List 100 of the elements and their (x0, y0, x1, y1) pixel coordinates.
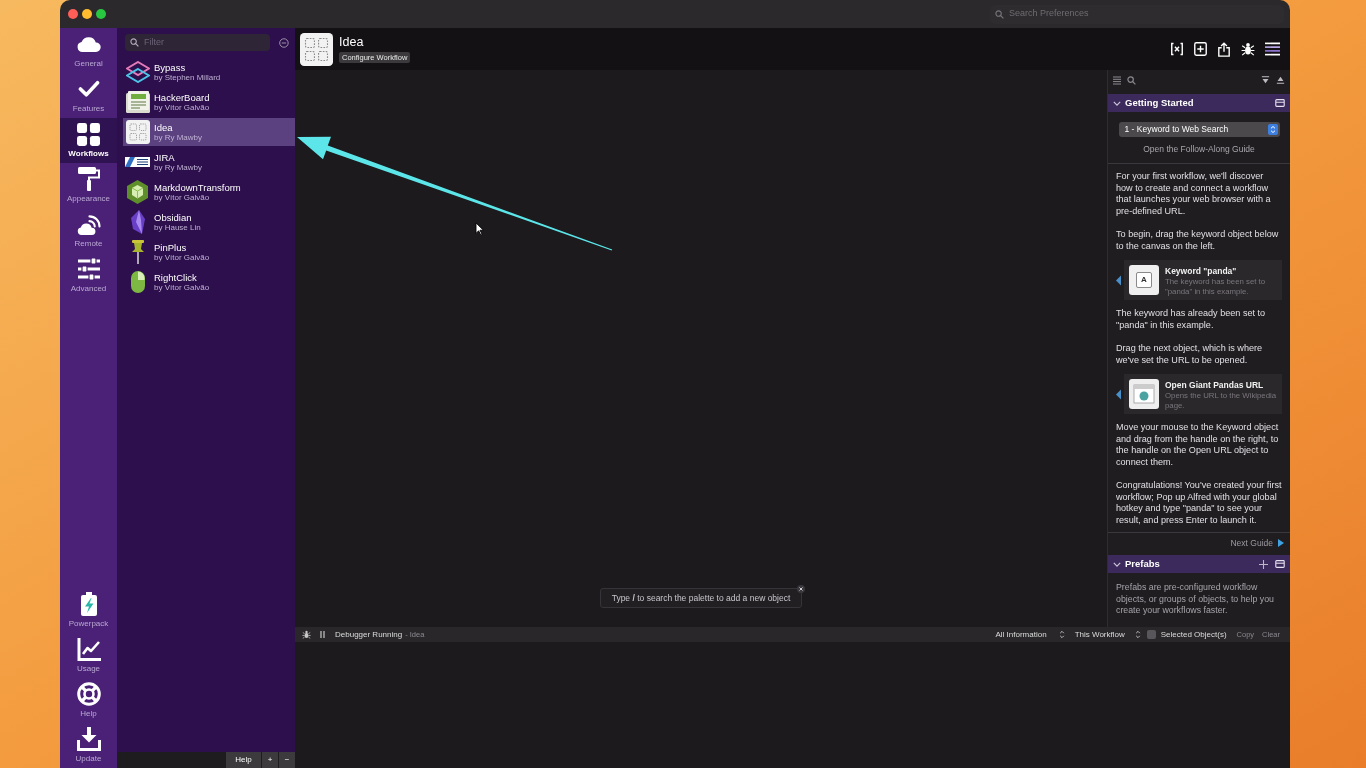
hexagon-cube-icon (127, 180, 148, 204)
workflow-author: by Vítor Galvão (154, 252, 210, 263)
bug-icon[interactable] (1241, 42, 1255, 56)
sidebar-tab[interactable]: Features (60, 73, 117, 118)
workflow-item[interactable]: Obsidian by Hause Lin (123, 208, 295, 236)
newspaper-icon (125, 91, 150, 113)
pushpin-icon (130, 240, 145, 264)
grid-tile-icon (300, 32, 333, 66)
sidebar-tab[interactable]: Remote (60, 208, 117, 253)
line-chart-icon (76, 637, 101, 661)
object-title: Open Giant Pandas URL (1165, 380, 1265, 391)
workflow-item[interactable]: MarkdownTransform by Vítor Galvão (123, 178, 295, 206)
handle-icon[interactable] (1116, 388, 1121, 400)
workflow-name: Bypass (154, 61, 186, 73)
guide-paragraph: For your first workflow, we'll discover how to create and connect a workflow that launches your web browser with a pre-defined URL. (1116, 171, 1272, 217)
prefabs-description: Prefabs are pre-configured workflow objects, or groups of objects, to help you create your workflows faster. (1116, 582, 1275, 617)
pause-icon[interactable] (320, 631, 325, 638)
bracket-x-icon[interactable] (1170, 42, 1184, 56)
chevron-down-icon[interactable] (1113, 561, 1121, 567)
object-title: Keyword "panda" (1165, 266, 1238, 277)
workflow-name: JIRA (154, 151, 176, 163)
workflow-item[interactable]: Idea by Ry Mawby (123, 118, 295, 146)
workflow-item[interactable]: JIRA by Ry Mawby (123, 148, 295, 176)
sidebar-tab[interactable]: Appearance (60, 163, 117, 208)
workflow-title: Idea (339, 35, 364, 49)
section-title: Getting Started (1125, 95, 1194, 110)
keycap: A (1136, 272, 1152, 288)
workflow-author: by Ry Mawby (154, 132, 202, 143)
guide-paragraph: To begin, drag the keyword object below to the canvas on the left. (1116, 229, 1280, 252)
panel-icon[interactable] (1275, 560, 1285, 568)
sidebar-tab[interactable]: Update (60, 723, 117, 768)
sidebar-tab[interactable]: Powerpack (60, 588, 117, 633)
chevron-down-icon[interactable] (1113, 100, 1121, 106)
sliders-icon (76, 258, 101, 280)
workflow-name: PinPlus (154, 241, 188, 253)
checkmark-icon (77, 80, 100, 98)
lifebuoy-icon (76, 682, 101, 706)
workflow-item[interactable]: HackerBoard by Vítor Galvão (123, 88, 295, 116)
guide-paragraph: Drag the next object, which is where we've set the URL to be opened. (1116, 343, 1264, 366)
list-icon[interactable] (1113, 75, 1121, 85)
close-button[interactable] (68, 9, 78, 19)
add-button[interactable]: + (262, 752, 278, 768)
section-title: Prefabs (1125, 556, 1160, 571)
workflow-author: by Vítor Galvão (154, 102, 210, 113)
menu-icon[interactable] (1265, 42, 1280, 56)
close-icon[interactable] (797, 585, 806, 593)
workflow-item[interactable]: PinPlus by Vítor Galvão (123, 238, 295, 266)
search-icon[interactable] (1127, 75, 1136, 85)
workflow-name: HackerBoard (154, 91, 210, 103)
stepper-icon (1267, 124, 1278, 135)
sidebar-tab[interactable]: General (60, 28, 117, 73)
plus-icon[interactable] (1259, 559, 1268, 569)
mouse-icon (130, 271, 145, 293)
workflow-name: MarkdownTransform (154, 181, 241, 193)
sidebar-tab[interactable]: Usage (60, 633, 117, 678)
layers-icon (125, 61, 150, 83)
zoom-button[interactable] (96, 9, 106, 19)
workflow-item[interactable]: RightClick by Vítor Galvão (123, 268, 295, 296)
circle-minus-icon[interactable] (279, 37, 289, 48)
sidebar-tab[interactable]: Workflows (60, 118, 117, 163)
guide-select[interactable]: 1 - Keyword to Web Search (1118, 122, 1280, 137)
download-icon (76, 727, 101, 751)
guide-link[interactable]: Open the Follow-Along Guide (1143, 144, 1255, 155)
share-icon[interactable] (1217, 41, 1231, 57)
cloud-signal-icon (76, 213, 101, 235)
workflow-author: by Stephen Millard (154, 72, 221, 83)
bug-icon[interactable] (302, 630, 311, 639)
caret-up-line-icon[interactable] (1276, 76, 1285, 84)
workflow-author: by Vítor Galvão (154, 282, 210, 293)
next-guide-button[interactable]: Next Guide (1230, 536, 1284, 550)
cloud-icon (76, 36, 101, 52)
plus-square-icon[interactable] (1194, 42, 1207, 56)
workflow-author: by Hause Lin (154, 222, 201, 233)
minimize-button[interactable] (82, 9, 92, 19)
search-icon (995, 9, 1004, 19)
workflow-name: RightClick (154, 271, 198, 283)
help-button[interactable]: Help (226, 752, 261, 768)
workflow-author: by Vítor Galvão (154, 192, 211, 203)
up-down-arrows-icon[interactable] (1058, 630, 1065, 639)
information-select[interactable]: All Information (995, 628, 1065, 641)
sidebar-tab[interactable]: Help (60, 678, 117, 723)
grid-tile-icon (125, 120, 150, 144)
paint-roller-icon (77, 167, 100, 191)
guide-paragraph: The keyword has already been set to "panda" in this example. (1116, 308, 1267, 331)
grid-icon (77, 122, 100, 146)
scope-select[interactable]: This Workflow (1074, 628, 1141, 641)
hint-text: Type / to search the palette to add a new object (611, 591, 791, 605)
handle-icon[interactable] (1116, 274, 1121, 286)
checkbox[interactable] (1146, 630, 1156, 639)
workflow-author: by Ry Mawby (154, 162, 202, 173)
remove-button[interactable]: − (279, 752, 295, 768)
caret-down-line-icon[interactable] (1261, 76, 1270, 84)
battery-bolt-icon (80, 592, 97, 616)
up-down-arrows-icon[interactable] (1134, 630, 1141, 639)
sidebar-tab[interactable]: Advanced (60, 253, 117, 298)
workflow-item[interactable]: Bypass by Stephen Millard (123, 58, 295, 86)
guide-paragraph: Move your mouse to the Keyword object and drag from the handle on the right, to the handle on the Open URL object to connect them. (1116, 422, 1280, 468)
guide-paragraph: Congratulations! You've created your first workflow; Pop up Alfred with your global hotkey and type "panda" to see your result, and press Enter to launch it. (1116, 480, 1282, 526)
panel-icon[interactable] (1275, 99, 1285, 107)
workflow-name: Idea (154, 121, 174, 133)
